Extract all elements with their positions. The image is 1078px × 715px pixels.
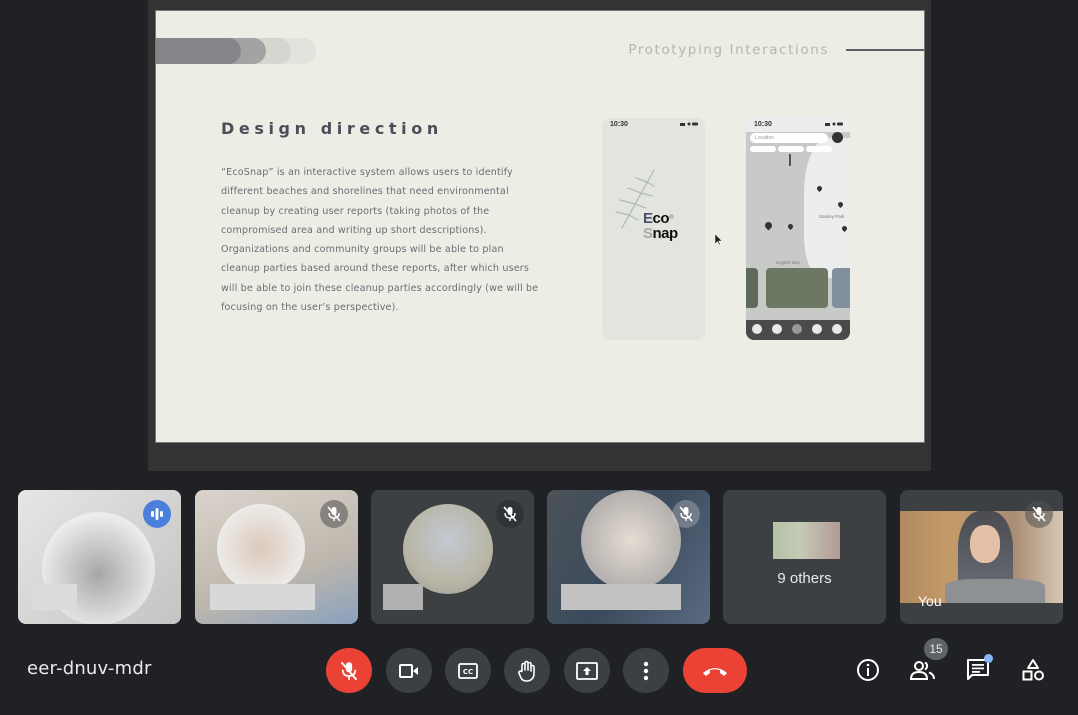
nav-profile-icon bbox=[832, 324, 842, 334]
blurred-face bbox=[581, 490, 681, 590]
logo-dot bbox=[669, 214, 674, 219]
self-tile[interactable]: You bbox=[900, 490, 1063, 624]
phone-nav-bar bbox=[746, 320, 850, 340]
participant-count-badge: 15 bbox=[924, 638, 948, 660]
filter-chip bbox=[806, 146, 832, 152]
phone-mockup-map: 10:30 Location Stanley Park English Bay bbox=[746, 118, 850, 340]
blurred-name bbox=[383, 584, 423, 610]
captions-toggle-button[interactable]: CC bbox=[445, 648, 491, 693]
blurred-name bbox=[32, 584, 77, 610]
meeting-code: eer-dnuv-mdr bbox=[27, 658, 152, 679]
mouse-cursor-icon bbox=[715, 234, 723, 246]
microphone-toggle-button[interactable] bbox=[326, 648, 372, 693]
participant-tile[interactable] bbox=[195, 490, 358, 624]
svg-text:CC: CC bbox=[463, 668, 473, 676]
map-label: Stanley Park bbox=[819, 214, 845, 219]
blurred-face bbox=[403, 504, 493, 594]
more-vert-icon bbox=[643, 661, 649, 680]
info-icon bbox=[857, 659, 879, 681]
map-road bbox=[789, 154, 791, 166]
presentation-slide: Prototyping Interactions Design directio… bbox=[155, 10, 925, 443]
mic-off-icon bbox=[340, 661, 358, 680]
map-list-toggle-icon bbox=[832, 132, 843, 143]
nav-calendar-icon bbox=[812, 324, 822, 334]
raise-hand-button[interactable] bbox=[504, 648, 550, 693]
nav-alert-icon bbox=[772, 324, 782, 334]
phone-time: 10:30 bbox=[754, 121, 772, 128]
map-label: English Bay bbox=[776, 260, 800, 265]
meeting-details-button[interactable] bbox=[850, 652, 886, 688]
mic-off-icon bbox=[320, 500, 348, 528]
filter-chip bbox=[778, 146, 804, 152]
report-card bbox=[746, 268, 758, 308]
speaking-indicator-icon bbox=[143, 500, 171, 528]
blurred-name bbox=[210, 584, 315, 610]
map-land bbox=[804, 138, 850, 278]
blurred-name bbox=[561, 584, 681, 610]
participant-tile[interactable] bbox=[371, 490, 534, 624]
blurred-face bbox=[217, 504, 305, 592]
leave-call-button[interactable] bbox=[683, 648, 747, 693]
present-screen-icon bbox=[576, 661, 598, 680]
videocam-icon bbox=[399, 663, 418, 678]
logo-text: nap bbox=[652, 225, 679, 242]
chat-unread-indicator bbox=[984, 654, 993, 663]
hand-icon bbox=[518, 660, 535, 682]
closed-caption-icon: CC bbox=[458, 662, 478, 679]
phone-status-icons bbox=[825, 122, 843, 126]
participant-tile[interactable] bbox=[547, 490, 710, 624]
activities-button[interactable] bbox=[1015, 652, 1051, 688]
slide-topic: Prototyping Interactions bbox=[628, 42, 829, 58]
present-now-button[interactable] bbox=[564, 648, 610, 693]
filter-chip bbox=[750, 146, 776, 152]
report-card bbox=[832, 268, 850, 308]
map-pin-icon bbox=[786, 222, 795, 231]
more-options-button[interactable] bbox=[623, 648, 669, 693]
progress-pill-1 bbox=[156, 38, 241, 64]
participant-tile-speaking[interactable] bbox=[18, 490, 181, 624]
call-end-icon bbox=[703, 667, 727, 676]
nav-home-icon bbox=[752, 324, 762, 334]
mic-off-icon bbox=[672, 500, 700, 528]
self-name-label: You bbox=[918, 593, 942, 609]
report-card bbox=[766, 268, 828, 308]
camera-toggle-button[interactable] bbox=[386, 648, 432, 693]
people-icon bbox=[910, 661, 935, 680]
mic-off-icon bbox=[496, 500, 524, 528]
others-tile[interactable]: 9 others bbox=[723, 490, 886, 624]
topic-divider bbox=[846, 49, 924, 51]
phone-mockup-splash: 10:30 Eco Snap bbox=[602, 118, 705, 340]
activities-shapes-icon bbox=[1022, 659, 1044, 681]
map-search-input: Location bbox=[750, 133, 828, 143]
others-avatars-blurred bbox=[773, 522, 840, 559]
mic-off-icon bbox=[1025, 500, 1053, 528]
logo-line-2: Snap bbox=[643, 225, 679, 242]
phone-time: 10:30 bbox=[610, 121, 628, 128]
phone-status-icons bbox=[680, 122, 698, 126]
slide-heading: Design direction bbox=[221, 119, 443, 138]
slide-body-text: “EcoSnap” is an interactive system allow… bbox=[221, 167, 539, 314]
map-pin-icon bbox=[763, 220, 774, 231]
nav-add-icon bbox=[792, 324, 802, 334]
others-count-label: 9 others bbox=[777, 570, 832, 587]
